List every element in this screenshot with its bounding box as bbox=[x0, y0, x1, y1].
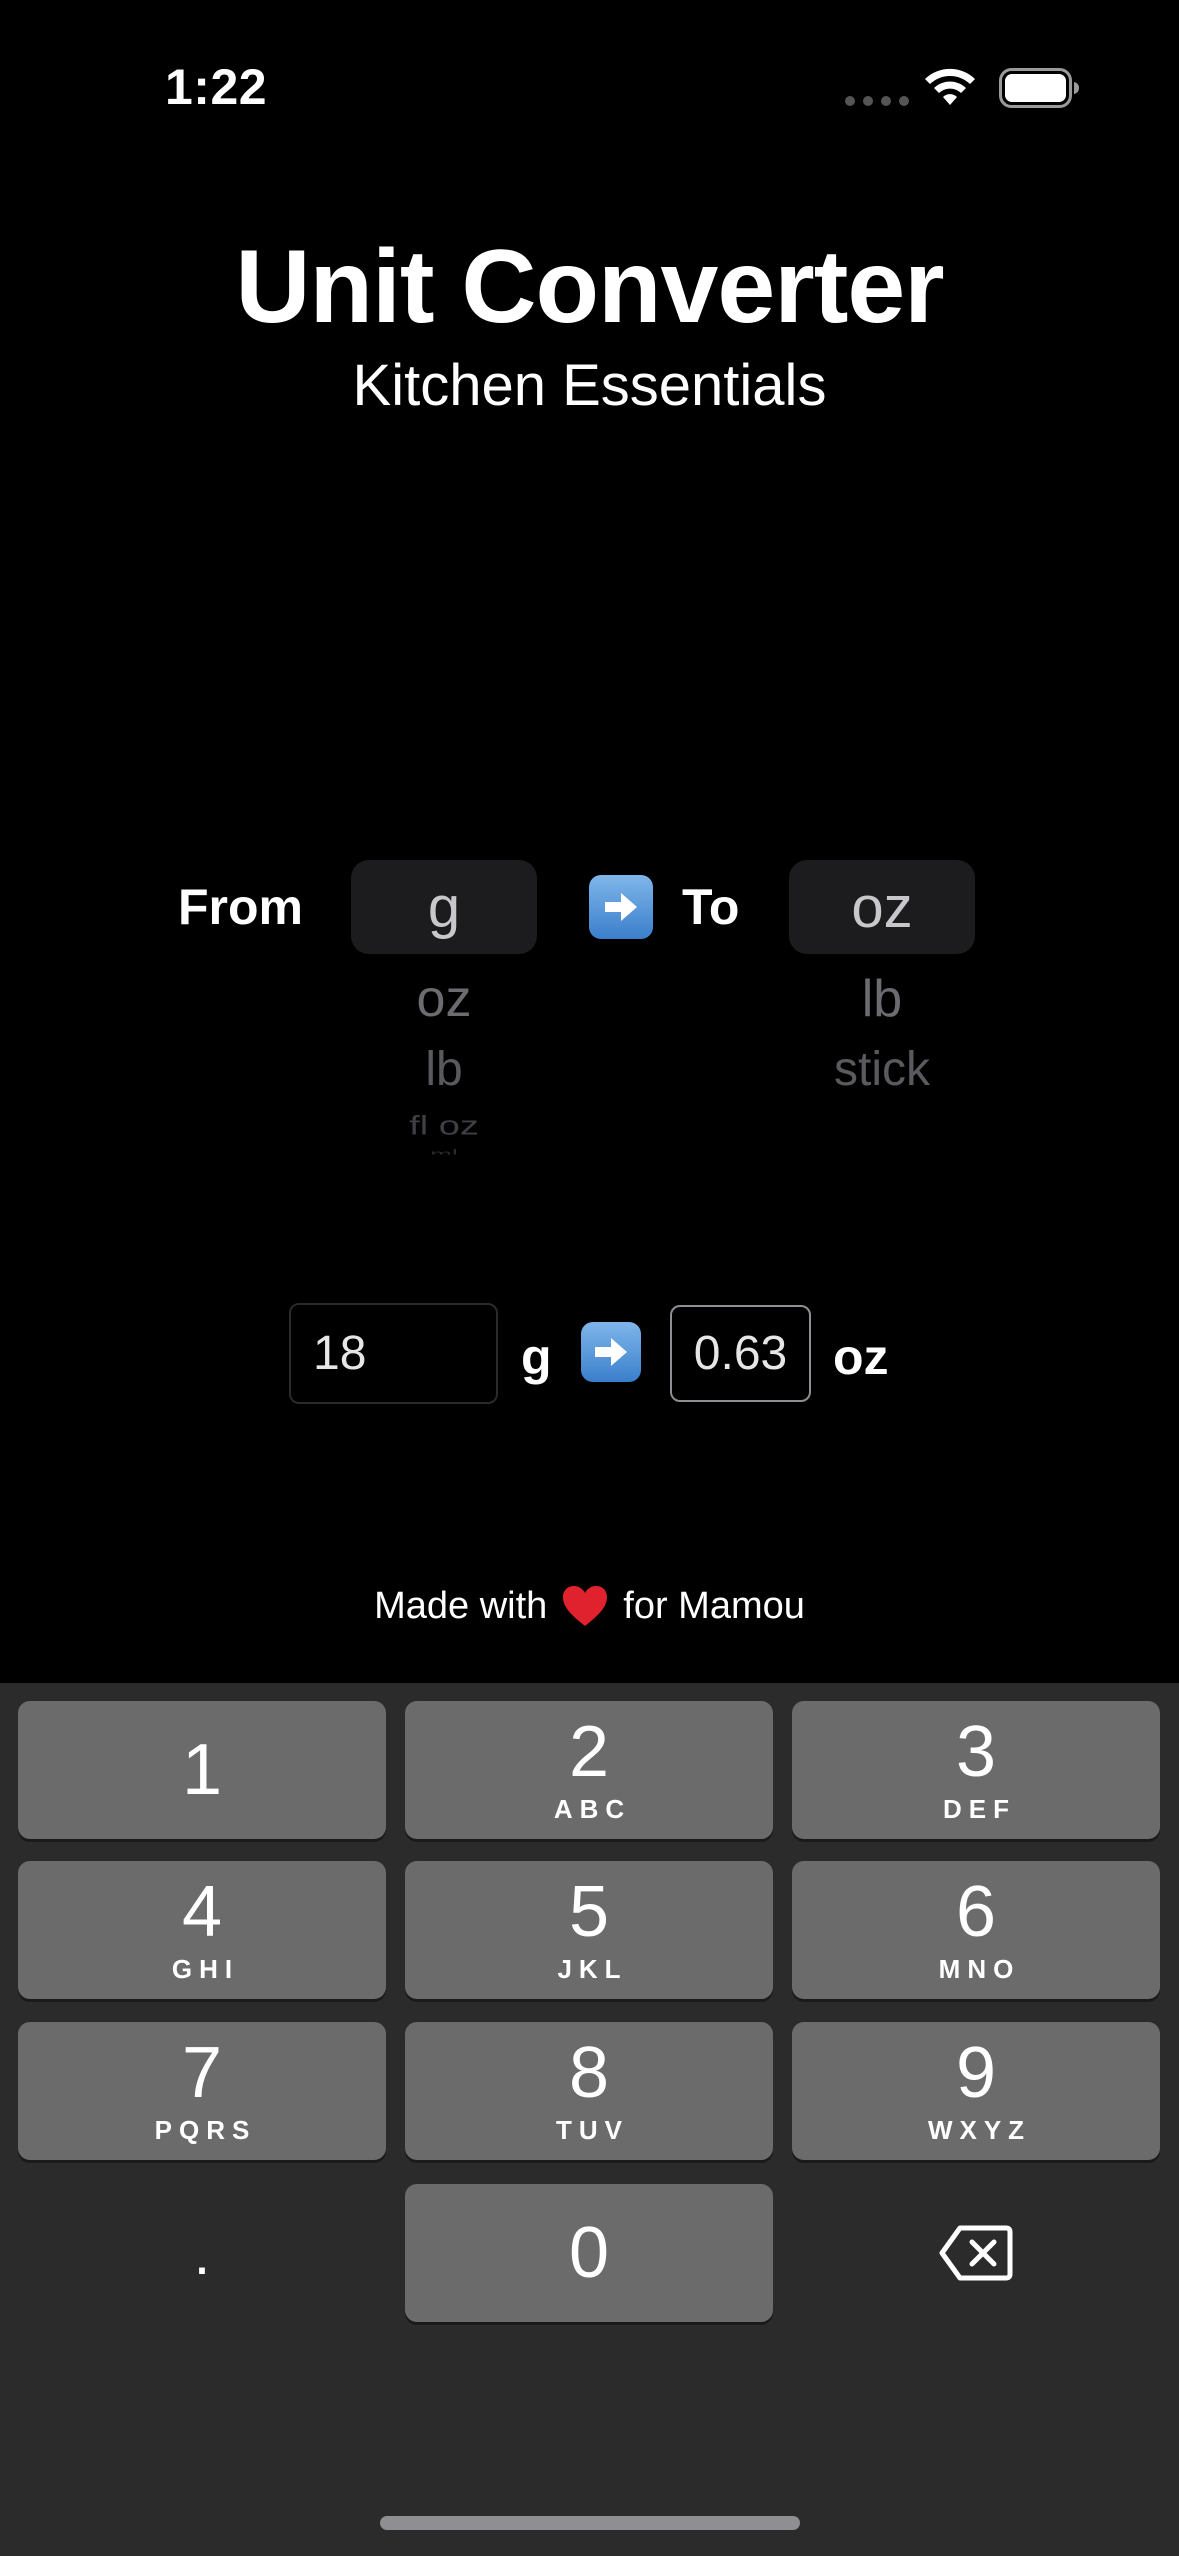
from-picker-option[interactable]: ml bbox=[351, 1148, 537, 1155]
key-letters: DEF bbox=[943, 1793, 1016, 1824]
key-digit: 3 bbox=[955, 1711, 997, 1792]
key-4[interactable]: 4 GHI bbox=[18, 1861, 386, 1999]
footer-suffix: for Mamou bbox=[623, 1584, 805, 1627]
key-9[interactable]: 9 WXYZ bbox=[792, 2022, 1160, 2160]
result-output: 0.63 bbox=[670, 1305, 811, 1402]
key-6[interactable]: 6 MNO bbox=[792, 1861, 1160, 1999]
key-letters: ABC bbox=[553, 1793, 632, 1824]
key-3[interactable]: 3 DEF bbox=[792, 1701, 1160, 1839]
key-digit: 8 bbox=[568, 2032, 610, 2113]
key-digit: 4 bbox=[181, 1871, 223, 1952]
key-decimal[interactable]: . bbox=[18, 2184, 386, 2322]
from-unit-label: g bbox=[521, 1329, 552, 1385]
footer-credit: Made with for Mamou bbox=[0, 1584, 1179, 1628]
backspace-icon bbox=[939, 2225, 1013, 2281]
right-arrow-icon bbox=[581, 1322, 641, 1382]
key-7[interactable]: 7 PQRS bbox=[18, 2022, 386, 2160]
from-picker-option[interactable]: fl oz bbox=[351, 1113, 537, 1140]
to-unit-picker[interactable]: oz lb stick bbox=[789, 860, 975, 1108]
key-2[interactable]: 2 ABC bbox=[405, 1701, 773, 1839]
from-picker-option[interactable]: lb bbox=[351, 1032, 537, 1108]
from-unit-picker[interactable]: g oz lb fl oz ml bbox=[351, 860, 537, 1158]
cellular-signal-icon bbox=[845, 96, 909, 106]
to-picker-option[interactable]: stick bbox=[789, 1032, 975, 1108]
right-arrow-icon bbox=[589, 875, 653, 939]
amount-input[interactable]: 18 bbox=[289, 1303, 498, 1404]
from-label: From bbox=[178, 879, 303, 935]
heart-icon bbox=[563, 1586, 608, 1626]
key-letters: MNO bbox=[938, 1953, 1021, 1984]
key-1[interactable]: 1 bbox=[18, 1701, 386, 1839]
from-picker-selected[interactable]: g bbox=[351, 860, 537, 954]
to-label: To bbox=[682, 879, 740, 935]
key-digit: 5 bbox=[568, 1871, 610, 1952]
numeric-keypad: 1 2 ABC 3 DEF 4 GHI 5 JKL 6 MNO 7 PQRS 8… bbox=[0, 1683, 1179, 2556]
home-indicator[interactable] bbox=[380, 2516, 800, 2530]
app-title: Unit Converter bbox=[235, 229, 944, 345]
from-picker-option[interactable]: oz bbox=[351, 966, 537, 1032]
key-0[interactable]: 0 bbox=[405, 2184, 773, 2322]
to-picker-option[interactable]: lb bbox=[789, 966, 975, 1032]
key-digit: 0 bbox=[568, 2213, 610, 2293]
to-unit-label: oz bbox=[833, 1329, 889, 1385]
delete-key[interactable] bbox=[792, 2184, 1160, 2322]
key-letters: WXYZ bbox=[927, 2114, 1032, 2145]
key-digit: 2 bbox=[568, 1711, 610, 1792]
key-digit: 9 bbox=[955, 2032, 997, 2113]
footer-prefix: Made with bbox=[374, 1584, 548, 1627]
key-digit: 6 bbox=[955, 1871, 997, 1952]
app-subtitle: Kitchen Essentials bbox=[352, 353, 827, 418]
battery-icon bbox=[999, 68, 1079, 108]
key-8[interactable]: 8 TUV bbox=[405, 2022, 773, 2160]
key-digit: 7 bbox=[181, 2032, 223, 2113]
key-letters: TUV bbox=[556, 2114, 629, 2145]
key-letters: GHI bbox=[171, 1953, 240, 1984]
key-digit: 1 bbox=[181, 1730, 223, 1810]
key-5[interactable]: 5 JKL bbox=[405, 1861, 773, 1999]
key-letters: PQRS bbox=[154, 2114, 257, 2145]
to-picker-selected[interactable]: oz bbox=[789, 860, 975, 954]
key-letters: JKL bbox=[557, 1953, 628, 1984]
wifi-icon bbox=[925, 68, 975, 105]
status-time: 1:22 bbox=[165, 59, 268, 115]
